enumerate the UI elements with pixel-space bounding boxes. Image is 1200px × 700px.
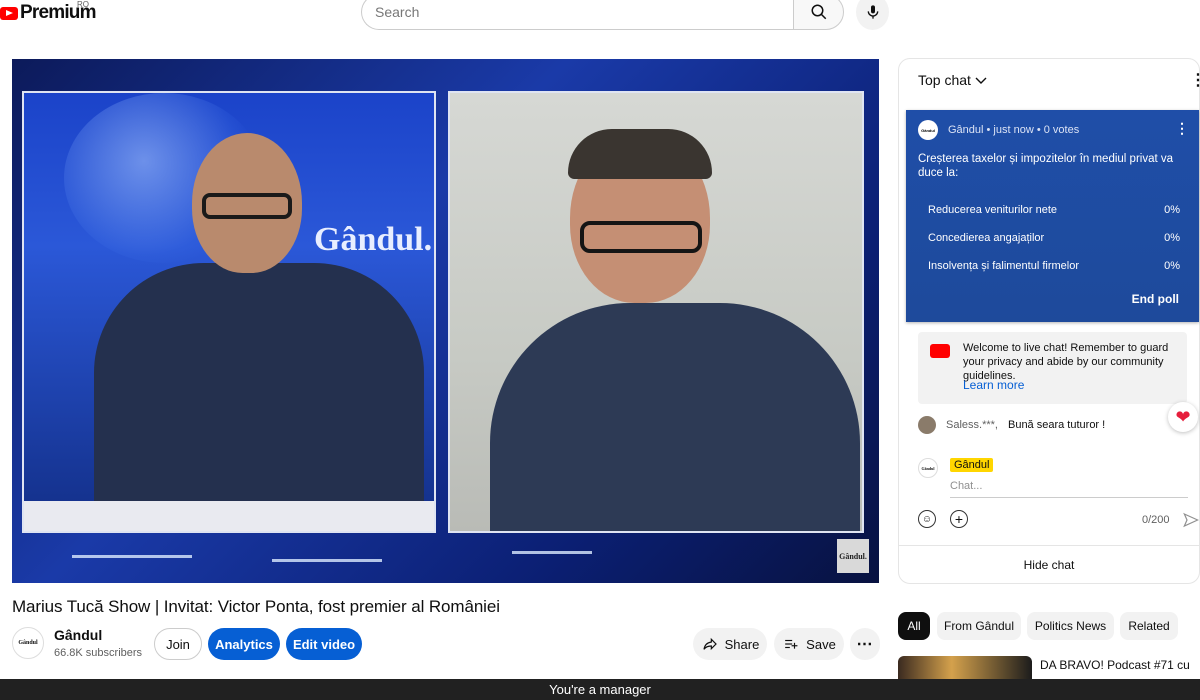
search-icon: [811, 4, 826, 20]
character-counter: 0/200: [1142, 514, 1170, 526]
background-streak: [512, 551, 592, 554]
recommendation-title[interactable]: DA BRAVO! Podcast #71 cu: [1040, 657, 1200, 673]
add-icon[interactable]: +: [950, 510, 968, 528]
search-placeholder: Search: [375, 4, 420, 20]
background-streak: [272, 559, 382, 562]
video-player[interactable]: Gândul. Gândul.: [12, 59, 879, 583]
chip-politics-news[interactable]: Politics News: [1027, 612, 1114, 640]
chat-message: Saless.***, Bună seara tuturor !: [918, 416, 1105, 434]
end-poll-button[interactable]: End poll: [1132, 292, 1179, 306]
chat-author: Saless.***,: [946, 419, 998, 431]
chat-poll: Gândul Gândul • just now • 0 votes ⋮ Cre…: [906, 110, 1199, 322]
chat-mode-label: Top chat: [918, 72, 971, 88]
chat-mode-dropdown[interactable]: Top chat: [918, 72, 987, 88]
guest-video-panel: [448, 91, 864, 533]
background-streak: [72, 555, 192, 558]
poll-author-avatar: Gândul: [918, 120, 938, 140]
poll-option-percent: 0%: [1164, 260, 1180, 272]
more-actions-button[interactable]: ⋯: [850, 628, 880, 660]
avatar: [918, 416, 936, 434]
share-button[interactable]: Share: [693, 628, 767, 660]
share-label: Share: [724, 636, 760, 652]
poll-menu-icon[interactable]: ⋮: [1175, 120, 1189, 137]
guest-glasses: [580, 221, 702, 253]
youtube-play-icon: [0, 6, 18, 20]
youtube-icon: [930, 344, 950, 358]
chat-menu-icon[interactable]: ⋮: [1190, 70, 1200, 90]
region-code: RO: [77, 0, 89, 9]
video-title: Marius Tucă Show | Invitat: Victor Ponta…: [12, 597, 500, 616]
poll-option-label: Insolvența și falimentul firmelor: [928, 260, 1080, 272]
voice-search-button[interactable]: [856, 0, 889, 30]
guest-hair: [568, 129, 712, 179]
poll-option-percent: 0%: [1164, 232, 1180, 244]
channel-name[interactable]: Gândul: [54, 627, 102, 643]
playlist-add-icon: [785, 639, 798, 649]
chat-input[interactable]: Chat...: [950, 480, 1188, 498]
chip-all[interactable]: All: [898, 612, 930, 640]
share-icon: [703, 637, 717, 651]
poll-question: Creșterea taxelor și impozitelor în medi…: [918, 153, 1174, 179]
chip-related[interactable]: Related: [1120, 612, 1178, 640]
poll-option[interactable]: Concedierea angajaților 0%: [928, 232, 1180, 244]
chip-from-gandul[interactable]: From Gândul: [937, 612, 1021, 640]
studio-brand-text: Gândul.: [314, 221, 433, 258]
poll-option-label: Concedierea angajaților: [928, 232, 1045, 244]
search-input[interactable]: Search: [361, 0, 793, 30]
host-glasses: [202, 193, 292, 219]
chevron-down-icon: [975, 77, 987, 84]
hide-chat-button[interactable]: Hide chat: [898, 545, 1200, 583]
heart-reaction-icon[interactable]: ❤: [1168, 402, 1198, 432]
manager-notice-bar: You're a manager: [0, 679, 1200, 700]
learn-more-link[interactable]: Learn more: [963, 378, 1024, 392]
save-button[interactable]: Save: [774, 628, 844, 660]
compose-author-badge: Gândul: [950, 458, 994, 472]
chat-text: Bună seara tuturor !: [1007, 419, 1106, 431]
microphone-icon: [867, 5, 878, 19]
host-video-panel: Gândul.: [22, 91, 436, 533]
recommendation-thumbnail[interactable]: [898, 656, 1032, 680]
save-label: Save: [806, 636, 836, 652]
welcome-text: Welcome to live chat! Remember to guard …: [963, 342, 1169, 382]
poll-option[interactable]: Insolvența și falimentul firmelor 0%: [928, 260, 1180, 272]
guest-body: [490, 303, 860, 531]
studio-desk: [24, 501, 434, 531]
compose-avatar: Gândul: [918, 458, 938, 478]
search-button[interactable]: [793, 0, 844, 30]
welcome-banner: Welcome to live chat! Remember to guard …: [918, 332, 1187, 404]
poll-option[interactable]: Reducerea veniturilor nete 0%: [928, 204, 1180, 216]
channel-avatar[interactable]: Gândul: [12, 627, 44, 659]
subscriber-count: 66.8K subscribers: [54, 647, 143, 659]
channel-watermark: Gândul.: [837, 539, 869, 573]
poll-meta: Gândul • just now • 0 votes: [948, 124, 1080, 136]
poll-option-label: Reducerea veniturilor nete: [928, 204, 1058, 216]
host-body: [94, 263, 424, 531]
poll-option-percent: 0%: [1164, 204, 1180, 216]
analytics-button[interactable]: Analytics: [208, 628, 280, 660]
join-button[interactable]: Join: [154, 628, 202, 660]
edit-video-button[interactable]: Edit video: [286, 628, 362, 660]
send-icon[interactable]: [1183, 512, 1199, 528]
emoji-icon[interactable]: ☺: [918, 510, 936, 528]
more-horizontal-icon: ⋯: [856, 636, 874, 653]
